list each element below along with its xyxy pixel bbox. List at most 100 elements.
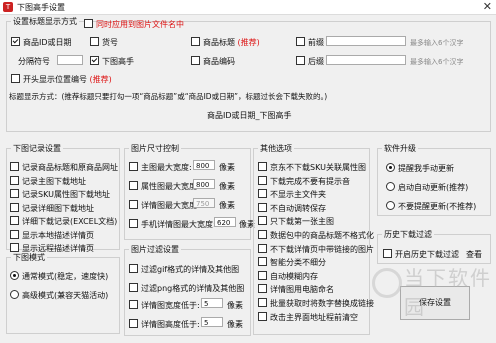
record-option[interactable]: 记录商品标题和原商品网址: [10, 162, 118, 173]
separator-label: 分隔符号: [18, 57, 50, 66]
other-option[interactable]: 不下载详情页中带链接的图片: [258, 243, 374, 255]
other-checkbox[interactable]: [258, 243, 267, 253]
other-checkbox[interactable]: [258, 230, 267, 239]
other-checkbox[interactable]: [258, 162, 267, 171]
filter-width-option[interactable]: 详情图高度低于:: [129, 319, 200, 330]
opt-downloader[interactable]: 下图高手: [90, 56, 134, 67]
record-option[interactable]: 记录主图下载地址: [10, 175, 86, 187]
other-checkbox[interactable]: [258, 175, 267, 185]
other-checkbox[interactable]: [258, 284, 267, 294]
size-input[interactable]: 800: [193, 160, 215, 170]
record-checkbox[interactable]: [10, 243, 19, 252]
opt-product-date[interactable]: 商品ID或日期: [11, 37, 72, 48]
other-option[interactable]: 批量获取时将数字替换成链接: [258, 298, 374, 309]
other-option[interactable]: 详情图用电脑命名: [258, 284, 334, 295]
product-title-checkbox[interactable]: [191, 37, 200, 46]
product-code-checkbox[interactable]: [191, 56, 200, 65]
record-checkbox[interactable]: [10, 202, 19, 212]
size-input[interactable]: 800: [193, 179, 215, 189]
update-auto-option[interactable]: 启动自动更新(推荐): [386, 182, 468, 193]
record-checkbox[interactable]: [10, 229, 19, 239]
position-no-checkbox[interactable]: [11, 74, 20, 83]
other-option[interactable]: 数据包中的商品标题不格式化: [258, 230, 374, 241]
separator-input[interactable]: [57, 55, 83, 65]
other-checkbox[interactable]: [258, 298, 267, 307]
downloader-checkbox[interactable]: [90, 56, 99, 65]
other-option[interactable]: 不显示主文件夹: [258, 189, 326, 200]
sync-filename-option[interactable]: 同时应用到图片文件名中: [84, 19, 184, 30]
record-checkbox[interactable]: [10, 216, 19, 225]
filter-width-input[interactable]: 5: [201, 317, 223, 327]
opt-product-title[interactable]: 商品标题 (推荐): [191, 37, 260, 48]
record-option[interactable]: 详细下载记录(EXCEL文档): [10, 216, 117, 227]
history-enable-checkbox[interactable]: [383, 249, 392, 258]
record-checkbox[interactable]: [10, 162, 19, 171]
other-option[interactable]: 智能分类不细分: [258, 257, 326, 268]
size-unit: 像素: [219, 163, 235, 172]
history-view-link[interactable]: 查看: [466, 249, 482, 260]
record-option[interactable]: 记录详细图下载地址: [10, 202, 94, 214]
other-checkbox[interactable]: [258, 202, 267, 212]
opt-product-code[interactable]: 商品编码: [191, 56, 235, 67]
size-checkbox[interactable]: [129, 181, 138, 190]
filter-width-checkbox[interactable]: [129, 319, 138, 328]
other-option[interactable]: 只下载第一张主图: [258, 216, 334, 227]
record-option[interactable]: 记录SKU属性图下载地址: [10, 189, 110, 200]
update-none-option[interactable]: 不要提醒更新(不推荐): [386, 201, 476, 212]
update-manual-option[interactable]: 提醒我手动更新: [386, 163, 454, 174]
other-option[interactable]: 自动模糊内存: [258, 270, 318, 282]
opt-item-no[interactable]: 货号: [90, 37, 118, 48]
prefix-input[interactable]: [326, 36, 406, 46]
other-checkbox[interactable]: [258, 257, 267, 267]
other-checkbox[interactable]: [258, 311, 267, 321]
size-checkbox[interactable]: [129, 162, 138, 171]
size-option[interactable]: 详情图最大宽度:: [129, 200, 200, 211]
size-input[interactable]: 620: [214, 217, 236, 227]
opt-prefix[interactable]: 前缀: [296, 37, 324, 48]
product-date-checkbox[interactable]: [11, 37, 20, 46]
update-auto-radio[interactable]: [386, 182, 395, 191]
other-option[interactable]: 改击主界面地址程前清空: [258, 311, 358, 323]
suffix-checkbox[interactable]: [296, 56, 305, 65]
opt-suffix[interactable]: 后缀: [296, 56, 324, 67]
other-option[interactable]: 京东不下载SKU关联属性图: [258, 162, 366, 173]
image-size-legend: 图片尺寸控制: [131, 144, 179, 153]
item-no-checkbox[interactable]: [90, 37, 99, 46]
suffix-input[interactable]: [326, 55, 406, 65]
other-option[interactable]: 不自动调转保存: [258, 202, 326, 214]
update-none-radio[interactable]: [386, 201, 395, 210]
update-manual-radio[interactable]: [386, 163, 395, 172]
size-input[interactable]: 750: [193, 198, 215, 208]
record-checkbox[interactable]: [10, 175, 19, 185]
filter-height-input[interactable]: 5: [201, 298, 223, 308]
other-checkbox[interactable]: [258, 270, 267, 280]
record-option[interactable]: 显示本地描述详情页: [10, 229, 94, 241]
mode-normal-option[interactable]: 通常模式(稳定，速度快): [10, 271, 108, 282]
other-checkbox[interactable]: [258, 189, 267, 199]
mode-normal-radio[interactable]: [10, 271, 19, 280]
filter-gif-checkbox[interactable]: [129, 264, 138, 273]
prefix-checkbox[interactable]: [296, 37, 305, 46]
other-checkbox[interactable]: [258, 216, 267, 226]
sync-filename-checkbox[interactable]: [84, 19, 93, 28]
size-option[interactable]: 属性图最大宽度:: [129, 181, 200, 192]
record-checkbox[interactable]: [10, 189, 19, 198]
size-checkbox[interactable]: [129, 219, 138, 228]
opt-position-no[interactable]: 开头显示位置编号 (推荐): [11, 74, 112, 85]
save-button[interactable]: 保存设置: [400, 286, 470, 320]
other-option[interactable]: 下载完成不要有提示音: [258, 175, 350, 187]
filter-png-option[interactable]: 过滤png格式的详情及其他图: [129, 283, 244, 294]
filter-gif-option[interactable]: 过滤gif格式的详情及其他图: [129, 264, 239, 275]
history-enable-option[interactable]: 开启历史下载过滤: [383, 249, 459, 260]
mode-advanced-radio[interactable]: [10, 290, 19, 299]
filter-height-checkbox[interactable]: [129, 300, 138, 309]
history-legend: 历史下载过滤: [384, 230, 432, 239]
close-icon[interactable]: ✕: [483, 0, 492, 13]
filter-height-option[interactable]: 详情图宽度低于:: [129, 300, 200, 311]
filter-png-checkbox[interactable]: [129, 283, 138, 292]
size-option[interactable]: 手机详情图最大宽度:: [129, 219, 216, 230]
mode-advanced-option[interactable]: 高级模式(兼容天猫活动): [10, 290, 108, 301]
size-option[interactable]: 主图最大宽度:: [129, 162, 192, 173]
size-checkbox[interactable]: [129, 200, 138, 209]
download-mode-legend: 下图模式: [13, 253, 45, 262]
